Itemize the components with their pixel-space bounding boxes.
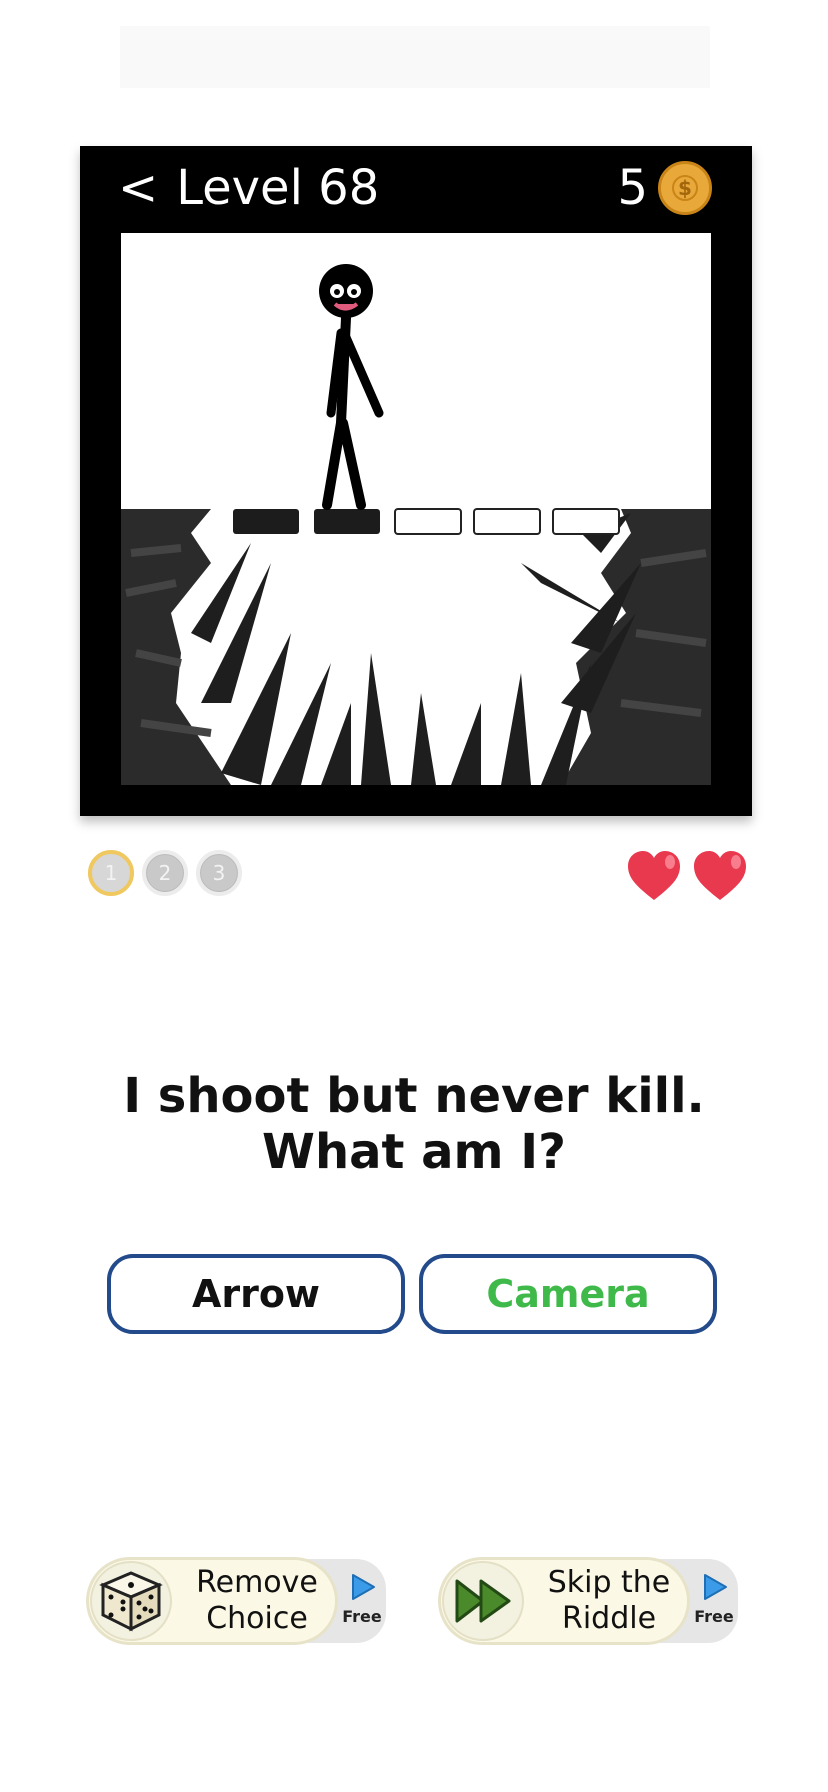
ad-banner [120, 26, 710, 88]
dice-icon [90, 1561, 172, 1641]
answer-arrow-button[interactable]: Arrow [107, 1254, 405, 1334]
fast-forward-icon [442, 1561, 524, 1641]
heart-icon [628, 851, 680, 900]
bridge-slot-5 [552, 508, 620, 535]
riddle-line-2: What am I? [262, 1124, 566, 1180]
powerup-label-line-1: Skip the [547, 1565, 671, 1600]
lives [626, 850, 748, 902]
play-video-icon [704, 1574, 727, 1600]
level-title: Level 68 [176, 160, 380, 216]
bridge-slot-4 [473, 508, 541, 535]
skip-riddle-button[interactable]: Skip the Riddle Free [438, 1557, 742, 1647]
powerup-label-line-2: Choice [206, 1601, 308, 1636]
play-video-icon [352, 1574, 375, 1600]
answer-camera-button[interactable]: Camera [419, 1254, 717, 1334]
stickman [319, 264, 384, 510]
dollar-coin-icon: $ [658, 161, 712, 215]
stage-dot-1: 1 [88, 850, 134, 896]
heart-icon [694, 851, 746, 900]
powerup-label-line-1: Remove [196, 1565, 318, 1600]
stage-dot-3: 3 [196, 850, 242, 896]
chevron-left-icon: < [118, 160, 159, 216]
bridge-plank-1 [233, 509, 299, 534]
puzzle-scene[interactable] [121, 233, 711, 785]
free-label: Free [694, 1607, 734, 1626]
riddle-question: I shoot but never kill. What am I? [0, 1068, 828, 1180]
bridge-plank-2 [314, 509, 380, 534]
coin-symbol: $ [678, 176, 692, 200]
powerup-label: Skip the Riddle [526, 1565, 692, 1637]
powerup-label-line-2: Riddle [561, 1601, 657, 1636]
back-level-button[interactable]: < Level 68 [118, 158, 379, 218]
coin-counter: 5 $ [617, 158, 712, 218]
free-label: Free [342, 1607, 382, 1626]
coin-count: 5 [617, 160, 648, 216]
bridge-slot-3 [394, 508, 462, 535]
powerup-label: Remove Choice [174, 1565, 340, 1637]
stage-progress: 1 2 3 [88, 850, 242, 896]
riddle-line-1: I shoot but never kill. [123, 1068, 705, 1124]
remove-choice-button[interactable]: Remove Choice Free [86, 1557, 390, 1647]
stage-dot-2: 2 [142, 850, 188, 896]
spike-pit [191, 513, 641, 785]
